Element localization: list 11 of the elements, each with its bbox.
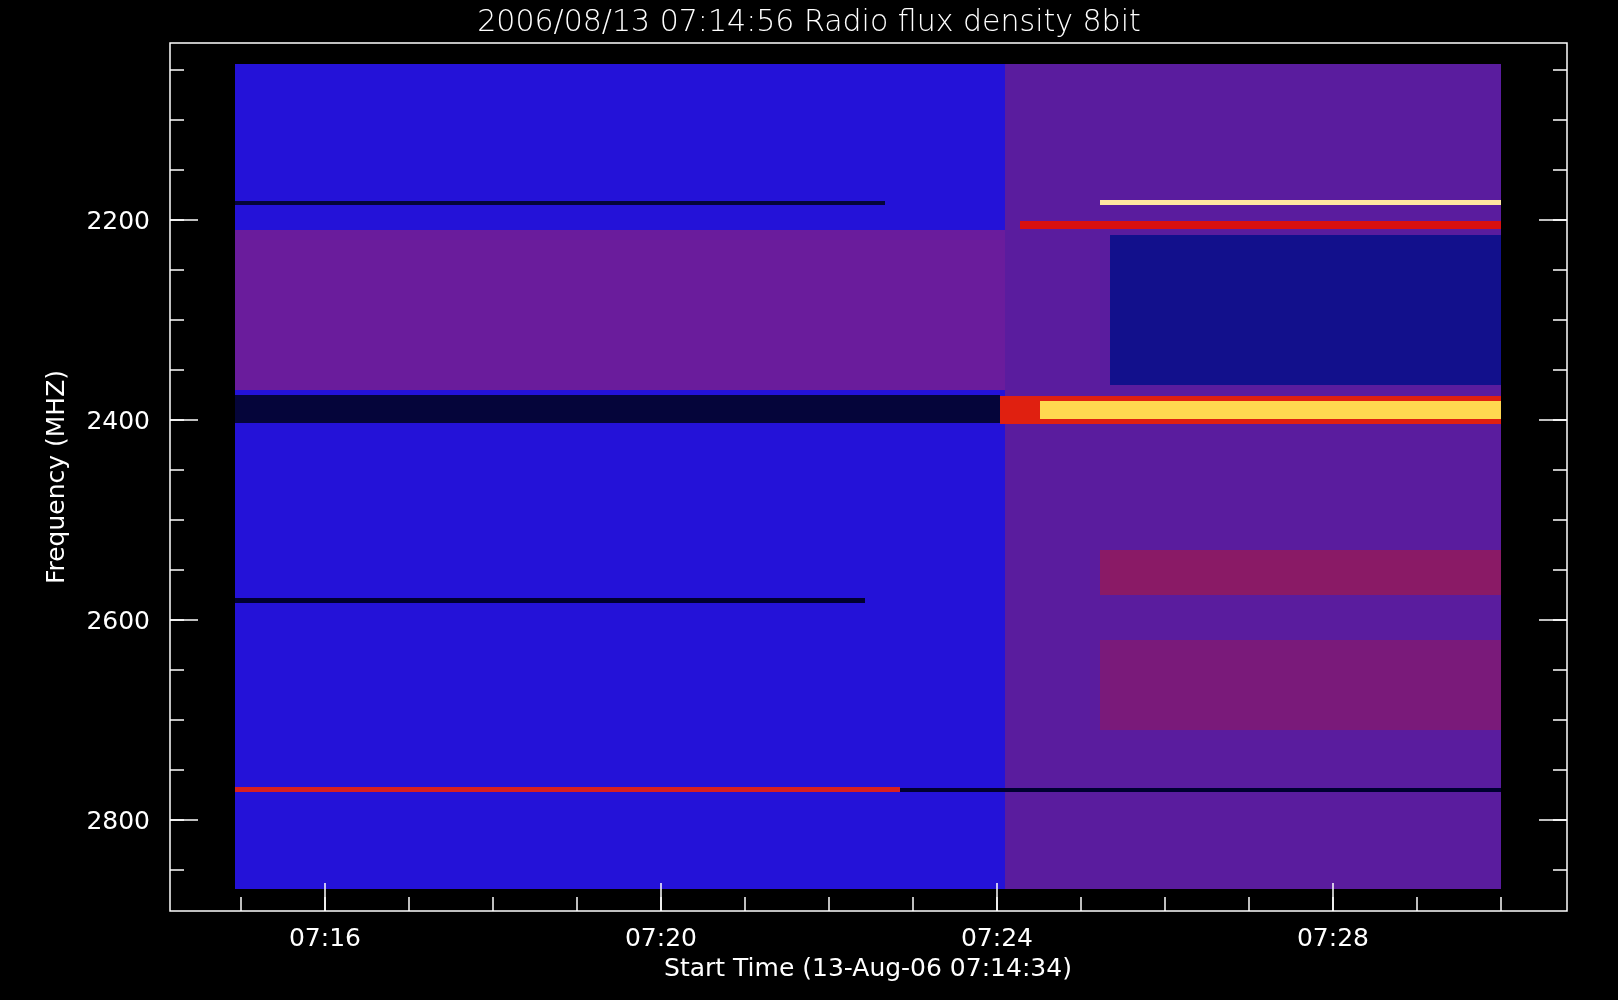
x-axis-label: Start Time (13-Aug-06 07:14:34) [664,953,1072,982]
x-tick-label: 07:16 [289,923,361,952]
x-tick-label: 07:24 [961,923,1033,952]
x-tick-label: 07:28 [1297,923,1369,952]
y-tick-label: 2800 [86,806,150,835]
y-tick-label: 2200 [86,206,150,235]
plot-title: 2006/08/13 07:14:56 Radio flux density 8bit [477,3,1141,38]
y-axis-label: Frequency (MHZ) [41,369,70,585]
y-tick-label: 2600 [86,606,150,635]
y-tick-label: 2400 [86,406,150,435]
x-tick-label: 07:20 [625,923,697,952]
